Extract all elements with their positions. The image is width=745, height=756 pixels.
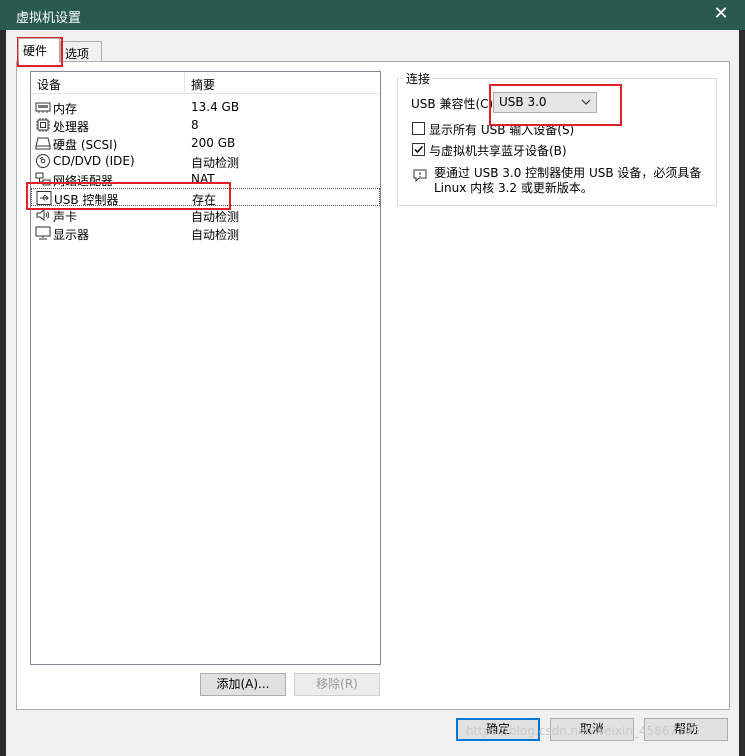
hardware-tab-page: 设备 摘要 内存 13.4 GB 处理器 8 硬盘 (SCSI) 200 GB … — [16, 61, 730, 710]
dialog-client-area: 选项 硬件 设备 摘要 内存 13.4 GB 处理器 8 硬盘 (SCSI) 2… — [6, 30, 739, 756]
device-row-sound-card[interactable]: 声卡 自动检测 — [31, 206, 380, 224]
remove-device-button[interactable]: 移除(R) — [294, 673, 380, 696]
device-summary: NAT — [191, 172, 215, 186]
tab-options[interactable]: 选项 — [60, 41, 102, 63]
usb-compatibility-value: USB 3.0 — [499, 95, 547, 109]
processor-icon — [36, 118, 50, 132]
close-icon[interactable]: ✕ — [711, 4, 731, 24]
column-header-device[interactable]: 设备 — [37, 76, 61, 93]
tab-hardware[interactable]: 硬件 — [18, 38, 60, 63]
device-row-memory[interactable]: 内存 13.4 GB — [31, 98, 380, 116]
device-row-display[interactable]: 显示器 自动检测 — [31, 224, 380, 242]
device-row-cd-dvd[interactable]: CD/DVD (IDE) 自动检测 — [31, 152, 380, 170]
device-name: CD/DVD (IDE) — [53, 154, 135, 168]
usb-compatibility-label: USB 兼容性(C): — [411, 97, 498, 111]
device-row-network-adapter[interactable]: 网络适配器 NAT — [31, 170, 380, 188]
usb3-info-text: 要通过 USB 3.0 控制器使用 USB 设备，必须具备 Linux 内核 3… — [434, 166, 702, 195]
show-all-usb-input-devices-checkbox[interactable] — [412, 122, 425, 135]
device-name: 硬盘 (SCSI) — [53, 138, 118, 152]
watermark-text: https://blog.csdn.net/weixin_45867195 — [466, 724, 701, 738]
device-summary: 200 GB — [191, 136, 236, 150]
info-icon — [413, 169, 427, 182]
device-name: 处理器 — [53, 120, 90, 134]
device-name: 内存 — [53, 102, 78, 116]
monitor-icon — [35, 226, 51, 240]
device-summary: 8 — [191, 118, 199, 132]
window-title: 虚拟机设置 — [16, 11, 82, 26]
usb-icon — [36, 191, 52, 205]
cd-dvd-icon — [36, 154, 50, 168]
virtual-machine-settings-window: 虚拟机设置 ✕ 选项 硬件 设备 摘要 内存 13.4 GB 处理器 8 硬盘 … — [0, 0, 745, 756]
hard-disk-icon — [35, 137, 51, 150]
device-row-hard-disk[interactable]: 硬盘 (SCSI) 200 GB — [31, 134, 380, 152]
column-header-summary[interactable]: 摘要 — [191, 76, 215, 93]
device-summary: 自动检测 — [191, 156, 240, 170]
device-name: 显示器 — [53, 228, 90, 242]
speaker-icon — [36, 209, 50, 221]
device-list-header: 设备 摘要 — [31, 72, 380, 94]
tab-hardware-label: 硬件 — [23, 44, 48, 58]
device-row-usb-controller[interactable]: USB 控制器 存在 — [31, 188, 380, 207]
connection-group: 连接 USB 兼容性(C): USB 3.0 显示所有 USB 输入设备(S) … — [397, 70, 717, 206]
show-all-usb-input-devices-label[interactable]: 显示所有 USB 输入设备(S) — [429, 121, 574, 138]
chevron-down-icon — [581, 99, 591, 105]
device-summary: 自动检测 — [191, 228, 240, 242]
add-device-button[interactable]: 添加(A)... — [200, 673, 286, 696]
share-bluetooth-devices-label[interactable]: 与虚拟机共享蓝牙设备(B) — [429, 142, 567, 159]
device-summary: 13.4 GB — [191, 100, 240, 114]
device-list[interactable]: 设备 摘要 内存 13.4 GB 处理器 8 硬盘 (SCSI) 200 GB … — [30, 71, 381, 665]
device-row-processor[interactable]: 处理器 8 — [31, 116, 380, 134]
device-name: 声卡 — [53, 210, 78, 224]
connection-group-label: 连接 — [404, 70, 433, 87]
share-bluetooth-devices-checkbox[interactable] — [412, 143, 425, 156]
usb-compatibility-dropdown[interactable]: USB 3.0 — [493, 92, 597, 113]
device-name: 网络适配器 — [53, 174, 114, 188]
memory-icon — [35, 102, 51, 113]
title-bar: 虚拟机设置 ✕ — [0, 0, 745, 30]
device-summary: 自动检测 — [191, 210, 240, 224]
network-adapter-icon — [35, 172, 51, 186]
column-separator[interactable] — [184, 72, 185, 94]
checkmark-icon — [414, 145, 424, 154]
tab-options-label: 选项 — [65, 47, 90, 61]
